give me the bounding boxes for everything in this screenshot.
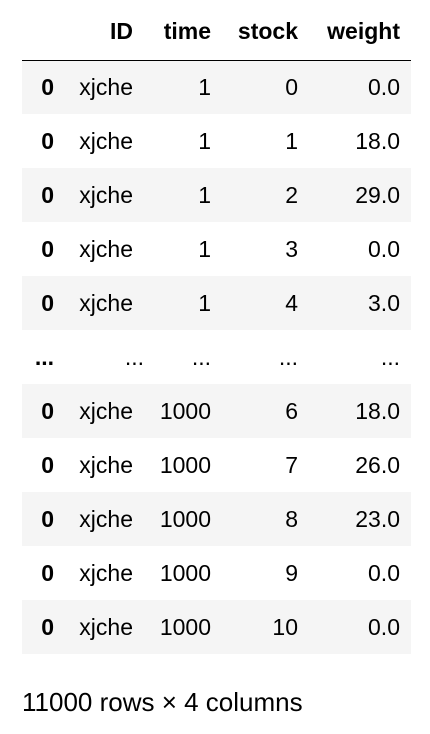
table-row: 0 xjche 1 2 29.0 — [22, 168, 411, 222]
cell-weight: 0.0 — [368, 235, 400, 262]
cell-stock: 6 — [285, 397, 298, 424]
cell-stock: 3 — [285, 235, 298, 262]
cell-stock: 1 — [285, 127, 298, 154]
row-index: 0 — [41, 235, 54, 262]
dataframe-output: ID time stock weight 0 xjche 1 0 0.0 0 x… — [22, 4, 411, 654]
dataframe-table: ID time stock weight 0 xjche 1 0 0.0 0 x… — [22, 4, 411, 654]
row-index: 0 — [41, 73, 54, 100]
cell-time: 1 — [198, 181, 211, 208]
table-shape-caption: 11000 rows × 4 columns — [22, 687, 303, 717]
cell-id: xjche — [79, 73, 133, 100]
cell-weight: ... — [380, 343, 400, 370]
cell-time: 1 — [198, 73, 211, 100]
cell-time: 1 — [198, 127, 211, 154]
cell-id: xjche — [79, 235, 133, 262]
cell-weight: 26.0 — [355, 451, 400, 478]
cell-time: 1 — [198, 289, 211, 316]
cell-time: 1000 — [159, 559, 211, 586]
cell-id: xjche — [79, 127, 133, 154]
row-index: 0 — [41, 397, 54, 424]
header-row: ID time stock weight — [22, 4, 411, 61]
column-header-weight: weight — [309, 4, 411, 61]
table-row: 0 xjche 1 3 0.0 — [22, 222, 411, 276]
cell-id: xjche — [79, 505, 133, 532]
cell-time: 1000 — [159, 613, 211, 640]
cell-weight: 18.0 — [355, 127, 400, 154]
cell-weight: 29.0 — [355, 181, 400, 208]
cell-weight: 0.0 — [368, 613, 400, 640]
row-index: ... — [34, 343, 54, 370]
cell-time: 1000 — [159, 451, 211, 478]
index-header — [22, 4, 65, 61]
cell-stock: 10 — [272, 613, 298, 640]
cell-id: ... — [124, 343, 144, 370]
cell-stock: 4 — [285, 289, 298, 316]
cell-weight: 18.0 — [355, 397, 400, 424]
cell-id: xjche — [79, 451, 133, 478]
cell-stock: ... — [278, 343, 298, 370]
cell-stock: 8 — [285, 505, 298, 532]
cell-stock: 9 — [285, 559, 298, 586]
cell-weight: 23.0 — [355, 505, 400, 532]
table-body: 0 xjche 1 0 0.0 0 xjche 1 1 18.0 0 xjche… — [22, 60, 411, 654]
cell-weight: 3.0 — [368, 289, 400, 316]
table-row: 0 xjche 1000 9 0.0 — [22, 546, 411, 600]
row-index: 0 — [41, 289, 54, 316]
table-header: ID time stock weight — [22, 4, 411, 61]
table-row: 0 xjche 1 4 3.0 — [22, 276, 411, 330]
table-row: 0 xjche 1000 8 23.0 — [22, 492, 411, 546]
cell-stock: 2 — [285, 181, 298, 208]
cell-weight: 0.0 — [368, 73, 400, 100]
cell-time: ... — [191, 343, 211, 370]
row-index: 0 — [41, 559, 54, 586]
cell-id: xjche — [79, 397, 133, 424]
cell-id: xjche — [79, 559, 133, 586]
row-index: 0 — [41, 451, 54, 478]
cell-time: 1000 — [159, 505, 211, 532]
table-row: 0 xjche 1000 6 18.0 — [22, 384, 411, 438]
row-index: 0 — [41, 181, 54, 208]
row-index: 0 — [41, 613, 54, 640]
table-row: 0 xjche 1000 7 26.0 — [22, 438, 411, 492]
cell-stock: 0 — [285, 73, 298, 100]
cell-stock: 7 — [285, 451, 298, 478]
row-index: 0 — [41, 127, 54, 154]
cell-id: xjche — [79, 613, 133, 640]
column-header-time: time — [144, 4, 222, 61]
cell-time: 1000 — [159, 397, 211, 424]
cell-weight: 0.0 — [368, 559, 400, 586]
cell-id: xjche — [79, 289, 133, 316]
table-row: 0 xjche 1 0 0.0 — [22, 60, 411, 114]
cell-id: xjche — [79, 181, 133, 208]
column-header-id: ID — [65, 4, 144, 61]
row-index: 0 — [41, 505, 54, 532]
table-row: 0 xjche 1 1 18.0 — [22, 114, 411, 168]
table-row: 0 xjche 1000 10 0.0 — [22, 600, 411, 654]
column-header-stock: stock — [222, 4, 309, 61]
ellipsis-row: ... ... ... ... ... — [22, 330, 411, 384]
cell-time: 1 — [198, 235, 211, 262]
